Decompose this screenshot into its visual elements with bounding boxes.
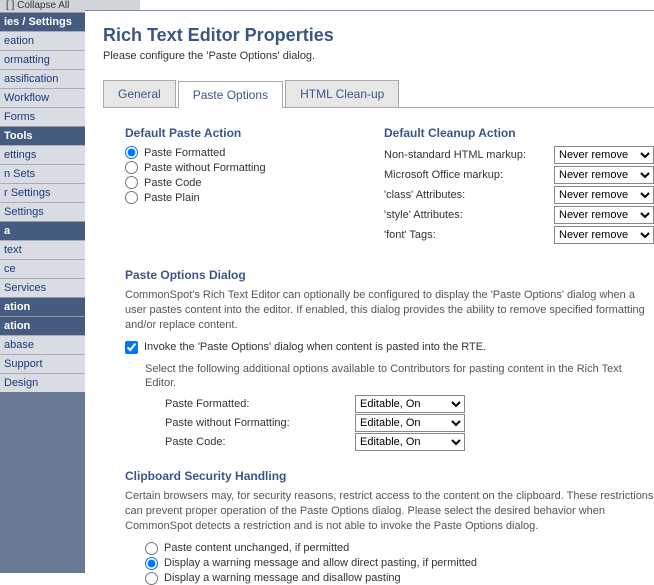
default-paste-radio[interactable] xyxy=(125,176,138,189)
cleanup-row-label: 'style' Attributes: xyxy=(384,209,554,221)
sidebar-item[interactable]: n Sets xyxy=(0,164,85,183)
sidebar-item[interactable]: ormatting xyxy=(0,50,85,69)
default-cleanup-title: Default Cleanup Action xyxy=(384,126,654,140)
clipboard-radio[interactable] xyxy=(145,557,158,570)
default-paste-option-label: Paste without Formatting xyxy=(144,162,266,174)
sidebar-item[interactable]: Support xyxy=(0,354,85,373)
paste-option-row-label: Paste Formatted: xyxy=(165,398,355,410)
clipboard-title: Clipboard Security Handling xyxy=(125,469,654,483)
paste-dialog-desc: CommonSpot's Rich Text Editor can option… xyxy=(125,288,654,333)
sidebar-header[interactable]: ation xyxy=(0,316,85,335)
clipboard-radio[interactable] xyxy=(145,572,158,585)
sidebar-header[interactable]: ies / Settings xyxy=(0,12,85,31)
cleanup-row-label: Microsoft Office markup: xyxy=(384,169,554,181)
sidebar-item[interactable]: text xyxy=(0,240,85,259)
tab-content: Default Paste Action Paste Formatted Past… xyxy=(103,108,654,585)
clipboard-radio[interactable] xyxy=(145,542,158,555)
clipboard-option-label: Display a warning message and allow dire… xyxy=(164,557,477,569)
default-paste-radio[interactable] xyxy=(125,161,138,174)
tab-general[interactable]: General xyxy=(103,80,176,107)
cleanup-select[interactable]: Never remove xyxy=(554,226,654,244)
sidebar-item[interactable]: Workflow xyxy=(0,88,85,107)
sidebar-header[interactable]: Tools xyxy=(0,126,85,145)
paste-option-row-label: Paste Code: xyxy=(165,436,355,448)
sidebar-header[interactable]: ation xyxy=(0,297,85,316)
tab-bar: General Paste Options HTML Clean-up xyxy=(103,80,654,108)
sidebar-nav: ies / Settingseationormattingassificatio… xyxy=(0,12,85,392)
clipboard-option-label: Display a warning message and disallow p… xyxy=(164,572,401,584)
tab-paste-options[interactable]: Paste Options xyxy=(178,81,283,108)
cleanup-select[interactable]: Never remove xyxy=(554,166,654,184)
sidebar-item[interactable]: Design xyxy=(0,373,85,392)
cleanup-row-label: 'font' Tags: xyxy=(384,229,554,241)
paste-option-select[interactable]: Editable, On xyxy=(355,395,465,413)
clipboard-desc: Certain browsers may, for security reaso… xyxy=(125,489,654,534)
invoke-paste-options-checkbox[interactable] xyxy=(125,341,138,354)
default-paste-option-label: Paste Code xyxy=(144,177,201,189)
default-paste-radio[interactable] xyxy=(125,146,138,159)
tab-html-cleanup[interactable]: HTML Clean-up xyxy=(285,80,399,107)
default-paste-radio[interactable] xyxy=(125,191,138,204)
sidebar-item[interactable]: ettings xyxy=(0,145,85,164)
properties-panel: Rich Text Editor Properties Please confi… xyxy=(85,10,654,573)
cleanup-select[interactable]: Never remove xyxy=(554,206,654,224)
page-subtitle: Please configure the 'Paste Options' dia… xyxy=(103,50,654,62)
sidebar-item[interactable]: ce xyxy=(0,259,85,278)
paste-option-select[interactable]: Editable, On xyxy=(355,433,465,451)
cleanup-select[interactable]: Never remove xyxy=(554,186,654,204)
page-title: Rich Text Editor Properties xyxy=(103,25,654,46)
sidebar-item[interactable]: assification xyxy=(0,69,85,88)
sidebar-item[interactable]: Forms xyxy=(0,107,85,126)
sidebar-item[interactable]: abase xyxy=(0,335,85,354)
sidebar-header[interactable]: a xyxy=(0,221,85,240)
clipboard-option-label: Paste content unchanged, if permitted xyxy=(164,542,349,554)
default-paste-option-label: Paste Formatted xyxy=(144,147,225,159)
cleanup-row-label: 'class' Attributes: xyxy=(384,189,554,201)
sidebar-item[interactable]: r Settings xyxy=(0,183,85,202)
invoke-paste-options-label: Invoke the 'Paste Options' dialog when c… xyxy=(144,341,486,353)
paste-option-row-label: Paste without Formatting: xyxy=(165,417,355,429)
paste-dialog-title: Paste Options Dialog xyxy=(125,268,654,282)
cleanup-select[interactable]: Never remove xyxy=(554,146,654,164)
sidebar-item[interactable]: Services xyxy=(0,278,85,297)
paste-option-select[interactable]: Editable, On xyxy=(355,414,465,432)
default-paste-title: Default Paste Action xyxy=(125,126,354,140)
cleanup-row-label: Non-standard HTML markup: xyxy=(384,149,554,161)
sidebar-item[interactable]: eation xyxy=(0,31,85,50)
sidebar-item[interactable]: Settings xyxy=(0,202,85,221)
default-paste-option-label: Paste Plain xyxy=(144,192,200,204)
paste-dialog-subdesc: Select the following additional options … xyxy=(145,362,654,392)
